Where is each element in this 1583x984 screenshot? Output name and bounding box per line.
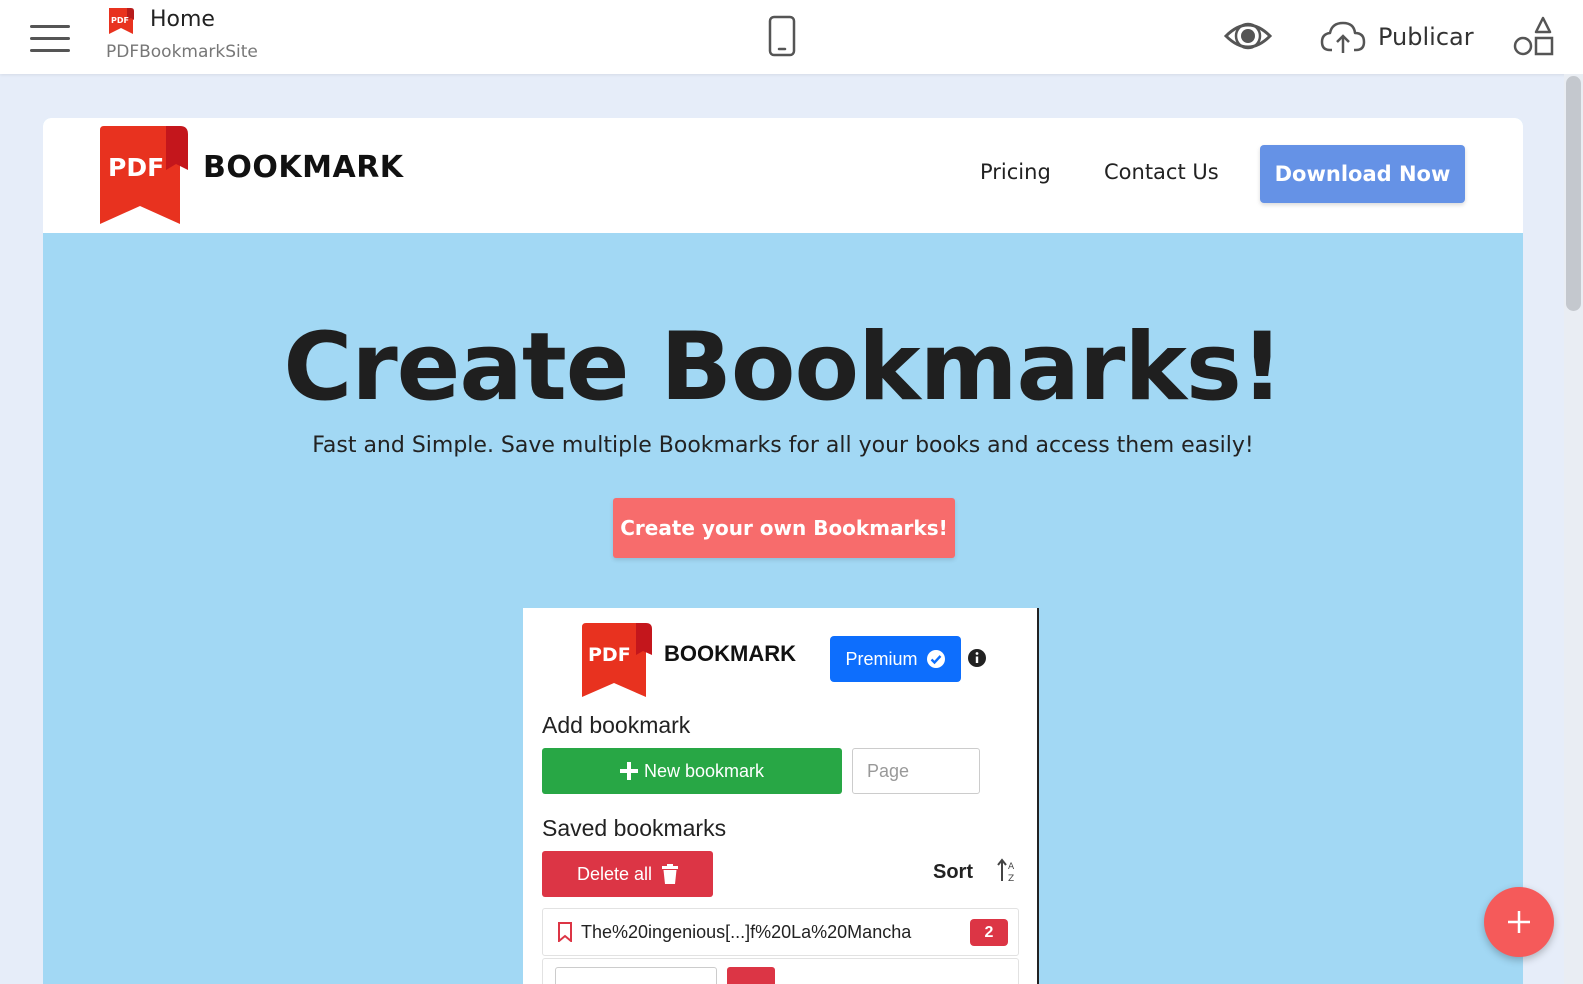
preview-eye-icon[interactable] [1224, 20, 1272, 52]
site-logo-text[interactable]: BOOKMARK [203, 150, 404, 185]
editor-topbar: PDF Home PDFBookmarkSite Publicar [0, 0, 1583, 74]
svg-text:A: A [1008, 862, 1015, 872]
bookmark-title: The%20ingenious[...]f%20La%20Mancha [581, 922, 912, 942]
download-now-button[interactable]: Download Now [1260, 145, 1465, 203]
plus-icon [619, 762, 638, 780]
bookmark-delete-button[interactable] [727, 967, 775, 984]
bookmark-count-badge: 2 [970, 919, 1008, 946]
svg-text:Z: Z [1008, 874, 1014, 884]
blocks-icon[interactable] [1512, 16, 1556, 58]
page-input[interactable] [852, 748, 980, 794]
logo-badge-text: PDF [108, 153, 164, 182]
scrollbar-thumb[interactable] [1566, 76, 1581, 311]
hero-subtitle: Fast and Simple. Save multiple Bookmarks… [312, 433, 1254, 458]
svg-text:PDF: PDF [111, 16, 129, 25]
create-bookmarks-button[interactable]: Create your own Bookmarks! [613, 498, 955, 558]
nav-link-pricing[interactable]: Pricing [980, 160, 1051, 184]
saved-bookmarks-heading: Saved bookmarks [542, 815, 727, 841]
premium-label: Premium [845, 648, 918, 669]
extension-screenshot: PDF BOOKMARK Premium Add bookmark New bo… [523, 608, 1039, 984]
site-name: PDFBookmarkSite [106, 42, 258, 62]
menu-icon[interactable] [30, 22, 70, 54]
delete-all-label: Delete all [576, 863, 653, 884]
add-block-button[interactable] [1484, 887, 1554, 957]
new-bookmark-button[interactable]: New bookmark [542, 748, 842, 794]
bookmark-edit-field[interactable] [555, 967, 717, 984]
new-bookmark-label: New bookmark [643, 760, 765, 781]
mock-logo-text: BOOKMARK [664, 641, 796, 666]
site-preview: PDF BOOKMARK Pricing Contact Us Download… [43, 118, 1523, 984]
add-icon [1508, 911, 1530, 933]
publish-button[interactable]: Publicar [1320, 17, 1474, 57]
page-title: Home [150, 7, 215, 32]
cloud-upload-icon [1320, 21, 1366, 53]
trash-icon [662, 864, 679, 884]
info-icon[interactable] [967, 648, 987, 668]
site-navbar: PDF BOOKMARK Pricing Contact Us Download… [43, 118, 1523, 233]
verified-check-icon [926, 650, 945, 668]
add-bookmark-heading: Add bookmark [542, 712, 691, 738]
publish-label: Publicar [1378, 23, 1474, 51]
premium-badge: Premium [830, 636, 961, 682]
sort-label[interactable]: Sort [933, 861, 973, 884]
delete-all-button[interactable]: Delete all [542, 851, 713, 897]
pdf-bookmark-logo-icon[interactable]: PDF [100, 126, 190, 224]
pdf-logo-icon: PDF [109, 8, 134, 34]
bookmark-list-item[interactable]: The%20ingenious[...]f%20La%20Mancha 2 [542, 908, 1019, 956]
mock-logo-badge-text: PDF [588, 644, 631, 666]
sort-az-icon[interactable]: A Z [997, 858, 1019, 884]
hero-title: Create Bookmarks! [283, 313, 1283, 422]
nav-link-contact[interactable]: Contact Us [1104, 160, 1219, 184]
mobile-preview-icon[interactable] [768, 15, 796, 57]
pdf-bookmark-logo-icon: PDF [582, 623, 652, 697]
bookmark-list-item [542, 958, 1019, 984]
bookmark-icon [558, 922, 572, 942]
